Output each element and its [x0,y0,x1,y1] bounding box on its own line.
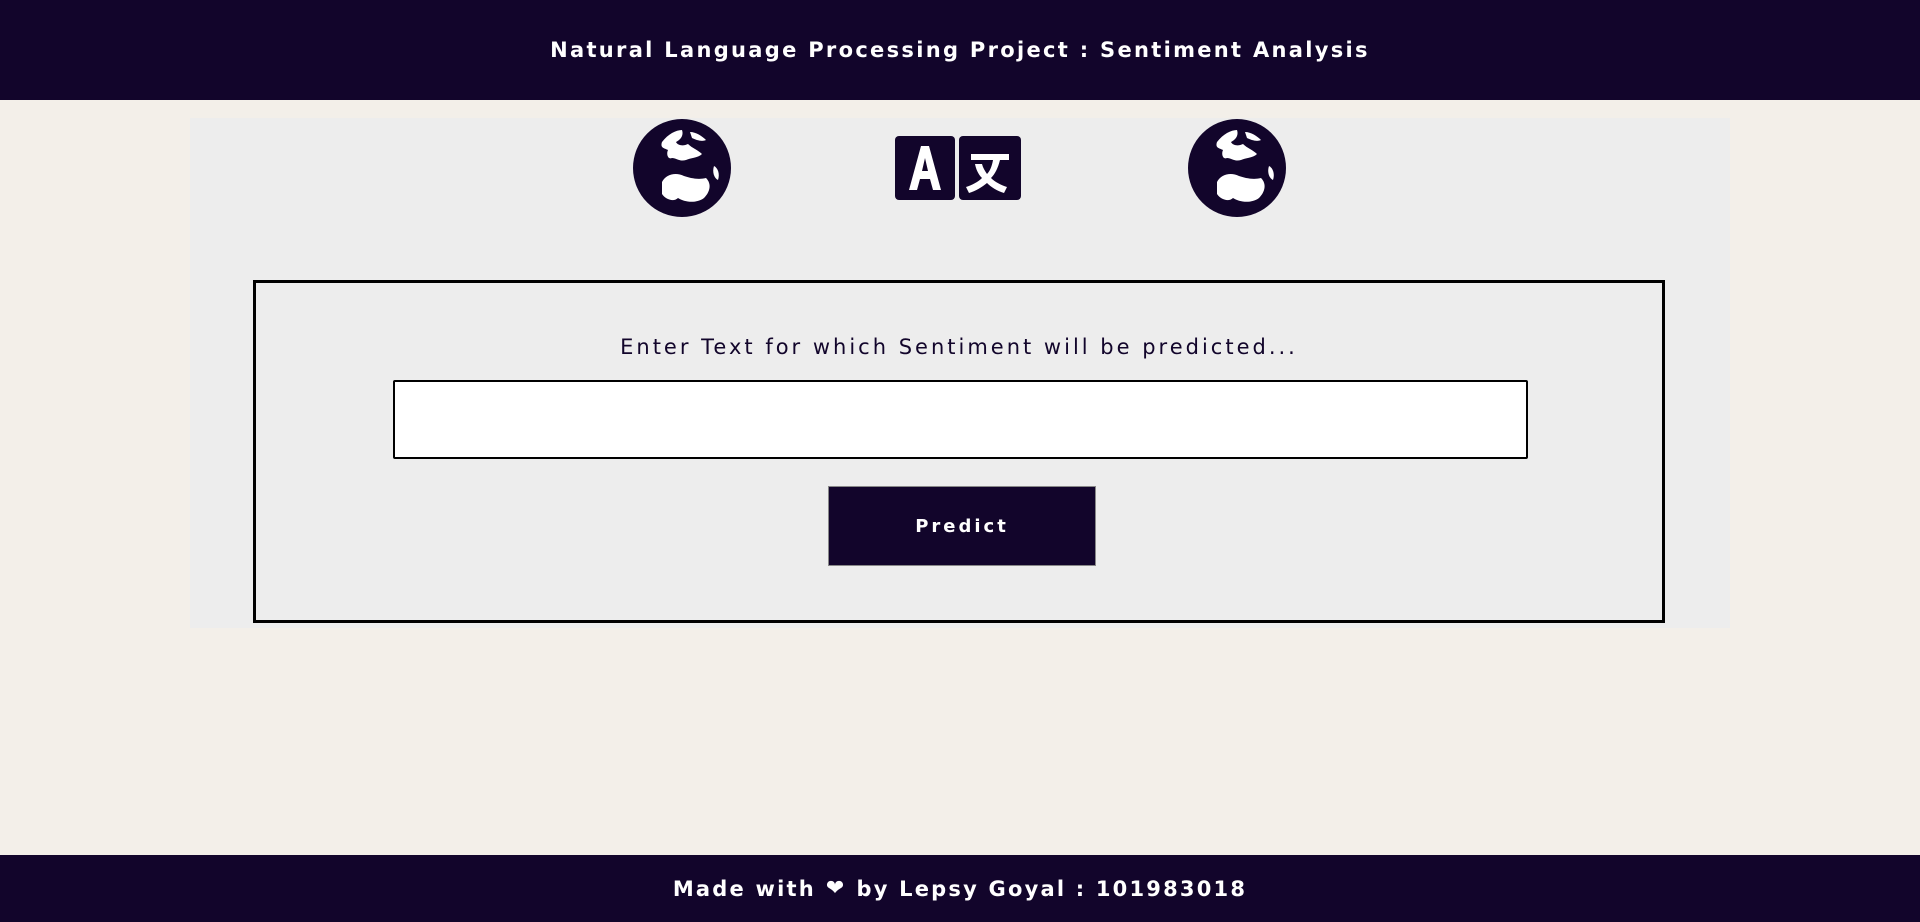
footer-prefix: Made with [672,876,816,901]
header-bar: Natural Language Processing Project : Se… [0,0,1920,100]
footer-bar: Made with ❤ by Lepsy Goyal : 101983018 [0,855,1920,922]
sentiment-text-input[interactable] [393,380,1528,459]
input-prompt-label: Enter Text for which Sentiment will be p… [620,335,1298,359]
footer-credit: by Lepsy Goyal : 101983018 [856,876,1248,901]
translate-icon [895,136,1021,200]
page-title: Natural Language Processing Project : Se… [550,38,1370,62]
globe-icon [1187,118,1287,218]
globe-icon [632,118,732,218]
sentiment-form: Enter Text for which Sentiment will be p… [253,280,1665,623]
heart-icon: ❤ [825,876,847,901]
predict-button[interactable]: Predict [828,486,1096,566]
